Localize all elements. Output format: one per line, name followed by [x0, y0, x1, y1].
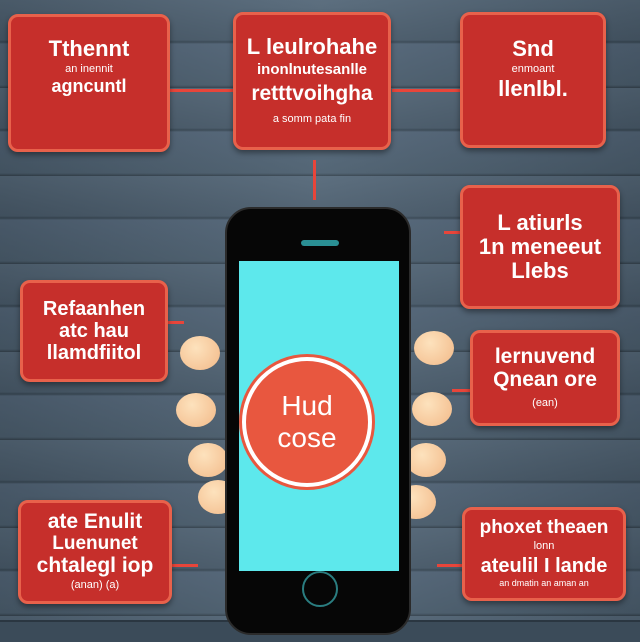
box-text: llenlbl.	[498, 76, 568, 102]
box-text: (ean)	[532, 397, 558, 410]
phone-speaker	[301, 240, 339, 246]
home-button[interactable]	[302, 571, 338, 607]
info-box-right-1: L atiurls 1n meneeut Llebs	[460, 185, 620, 309]
box-text: chtalegl iop	[36, 554, 154, 578]
info-box-top-right: Snd enmoant llenlbl.	[460, 12, 606, 148]
box-text: retttvoihgha	[251, 81, 373, 105]
box-text: agncuntl	[51, 76, 127, 97]
box-text: atc hau	[58, 320, 130, 342]
connector-top-left	[170, 89, 233, 92]
box-text: 1n meneeut	[478, 233, 602, 259]
box-title: Snd	[512, 36, 554, 61]
box-title: Tthennt	[48, 36, 130, 61]
finger-right	[412, 392, 452, 426]
box-text: inonlnutesanlle	[256, 61, 367, 79]
box-text: Llebs	[511, 258, 569, 284]
finger-right	[406, 443, 446, 477]
finger-left	[180, 336, 220, 370]
box-text: an dmatin an aman an	[499, 577, 589, 588]
finger-left	[176, 393, 216, 427]
box-text: ateulil I lande	[480, 554, 608, 577]
info-box-top-left: Tthennt an inennit agncuntl	[8, 14, 170, 152]
connector-top-right	[392, 89, 460, 92]
connector-left-2	[172, 564, 198, 567]
finger-left	[188, 443, 228, 477]
box-text: (anan) (a)	[70, 579, 120, 592]
center-badge-line1: Hud	[281, 389, 333, 421]
box-text: Luenunet	[52, 532, 138, 554]
info-box-top-center: L leulrohahe inonlnutesanlle retttvoihgh…	[233, 12, 391, 150]
box-title: L leulrohahe	[246, 34, 378, 60]
box-text: a somm pata fin	[272, 112, 352, 125]
center-badge: Hud cose	[242, 357, 372, 487]
box-text: lonn	[533, 540, 555, 553]
box-text: enmoant	[511, 63, 555, 76]
finger-right	[414, 331, 454, 365]
connector-right-1	[444, 231, 460, 234]
box-text: Qnean ore	[493, 367, 597, 391]
box-text: an inennit	[65, 63, 113, 76]
box-title: L atiurls	[497, 209, 583, 235]
connector-right-3	[437, 564, 462, 567]
box-title: Refaanhen	[42, 298, 146, 320]
info-box-right-3: phoxet theaen lonn ateulil I lande an dm…	[462, 507, 626, 601]
info-box-left-1: Refaanhen atc hau llamdfiitol	[20, 280, 168, 382]
connector-top-center	[313, 160, 316, 200]
connector-left-1	[168, 321, 184, 324]
box-title: lernuvend	[494, 344, 596, 368]
box-title: ate Enulit	[47, 510, 143, 534]
box-text: llamdfiitol	[46, 342, 142, 364]
box-title: phoxet theaen	[479, 516, 609, 538]
connector-right-2	[452, 389, 470, 392]
center-badge-line2: cose	[277, 422, 337, 453]
info-box-left-2: ate Enulit Luenunet chtalegl iop (anan) …	[18, 500, 172, 604]
info-box-right-2: lernuvend Qnean ore (ean)	[470, 330, 620, 426]
